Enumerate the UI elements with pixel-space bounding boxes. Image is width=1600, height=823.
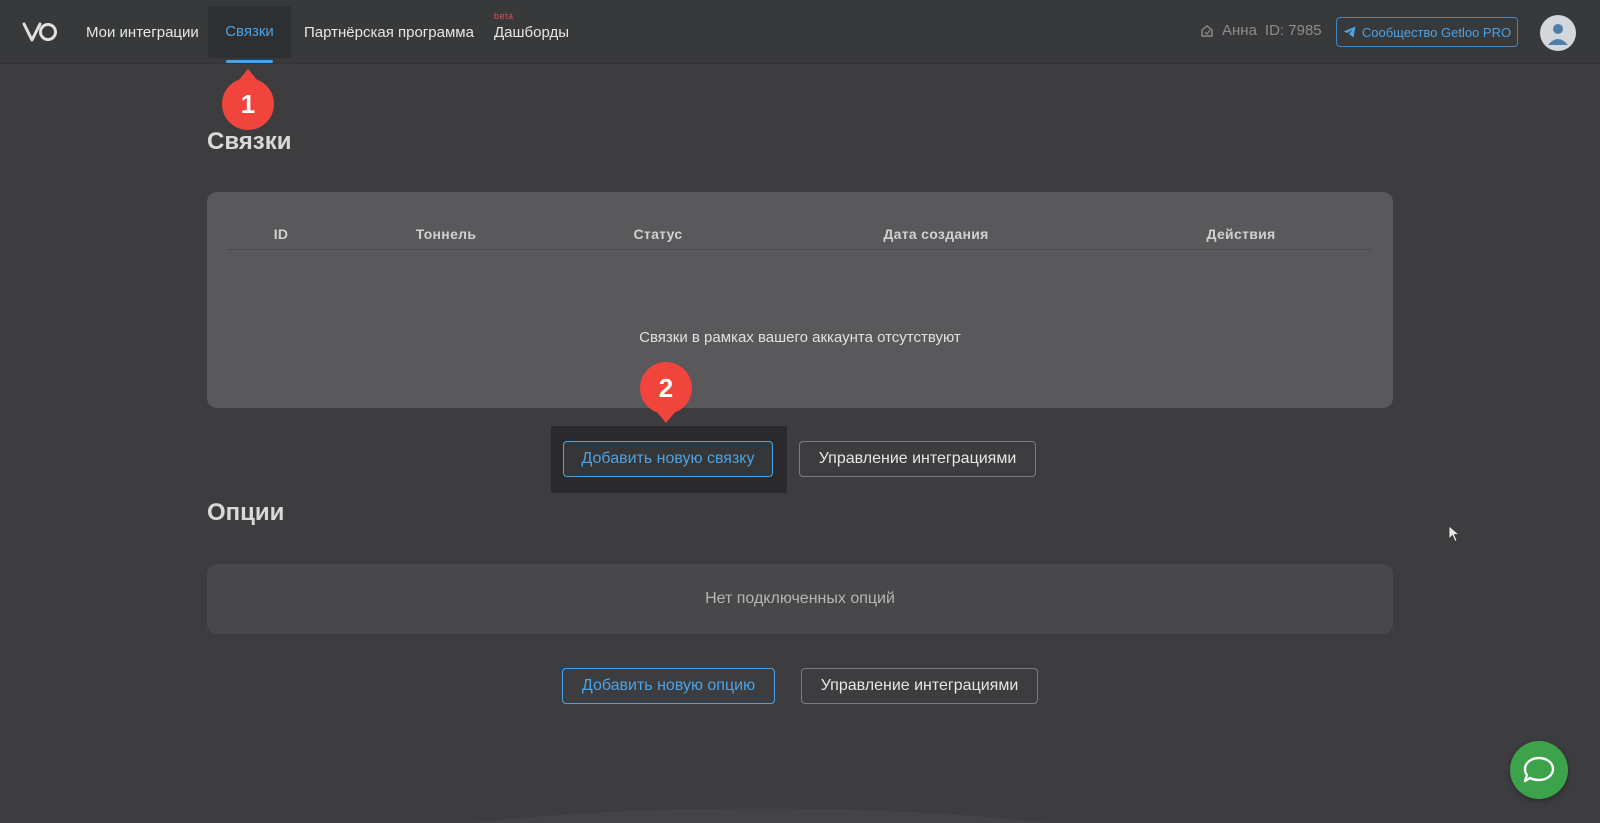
options-empty-card: Нет подключенных опций (207, 564, 1393, 634)
user-id: ID: 7985 (1264, 22, 1322, 39)
community-button[interactable]: Сообщество Getloo PRO (1336, 17, 1518, 47)
step-marker-1: 1 (222, 69, 274, 130)
user-avatar-icon (1548, 24, 1568, 45)
user-info: Анна ID: 7985 (1200, 22, 1322, 39)
nav-my-integrations[interactable]: Мои интеграции (86, 0, 199, 58)
telegram-icon (1343, 26, 1356, 38)
options-empty-message: Нет подключенных опций (705, 590, 895, 607)
background-wave (0, 753, 1600, 823)
mouse-cursor-icon (1448, 525, 1460, 543)
manage-integrations-options-button[interactable]: Управление интеграциями (801, 668, 1038, 704)
links-section-title: Связки (207, 128, 292, 155)
links-empty-message: Связки в рамках вашего аккаунта отсутств… (639, 329, 961, 346)
options-section-title: Опции (207, 499, 285, 526)
step-marker-2: 2 (640, 362, 692, 423)
avatar[interactable] (1540, 15, 1576, 51)
user-name: Анна (1222, 22, 1257, 39)
add-link-button[interactable]: Добавить новую связку (563, 441, 773, 477)
column-header-actions: Действия (1206, 226, 1276, 242)
table-header-divider (227, 249, 1371, 250)
manage-integrations-button[interactable]: Управление интеграциями (799, 441, 1036, 477)
nav-links-active[interactable]: Связки (208, 6, 291, 63)
chat-bubble-icon (1523, 756, 1555, 783)
vo-logo-icon[interactable] (22, 20, 58, 44)
column-header-tunnel: Тоннель (415, 226, 477, 242)
add-option-button[interactable]: Добавить новую опцию (562, 668, 775, 704)
column-header-id: ID (273, 226, 289, 242)
links-table: ID Тоннель Статус Дата создания Действия… (207, 192, 1393, 408)
column-header-status: Статус (633, 226, 683, 242)
nav-dashboards[interactable]: Дашборды (494, 0, 569, 58)
top-navigation-bar: Мои интеграции Связки Партнёрская програ… (0, 0, 1600, 63)
community-button-label: Сообщество Getloo PRO (1361, 24, 1512, 40)
column-header-created-date: Дата создания (883, 226, 989, 242)
nav-partner-program[interactable]: Партнёрская программа (304, 0, 474, 58)
chat-button[interactable] (1510, 741, 1568, 799)
home-icon (1201, 24, 1213, 37)
